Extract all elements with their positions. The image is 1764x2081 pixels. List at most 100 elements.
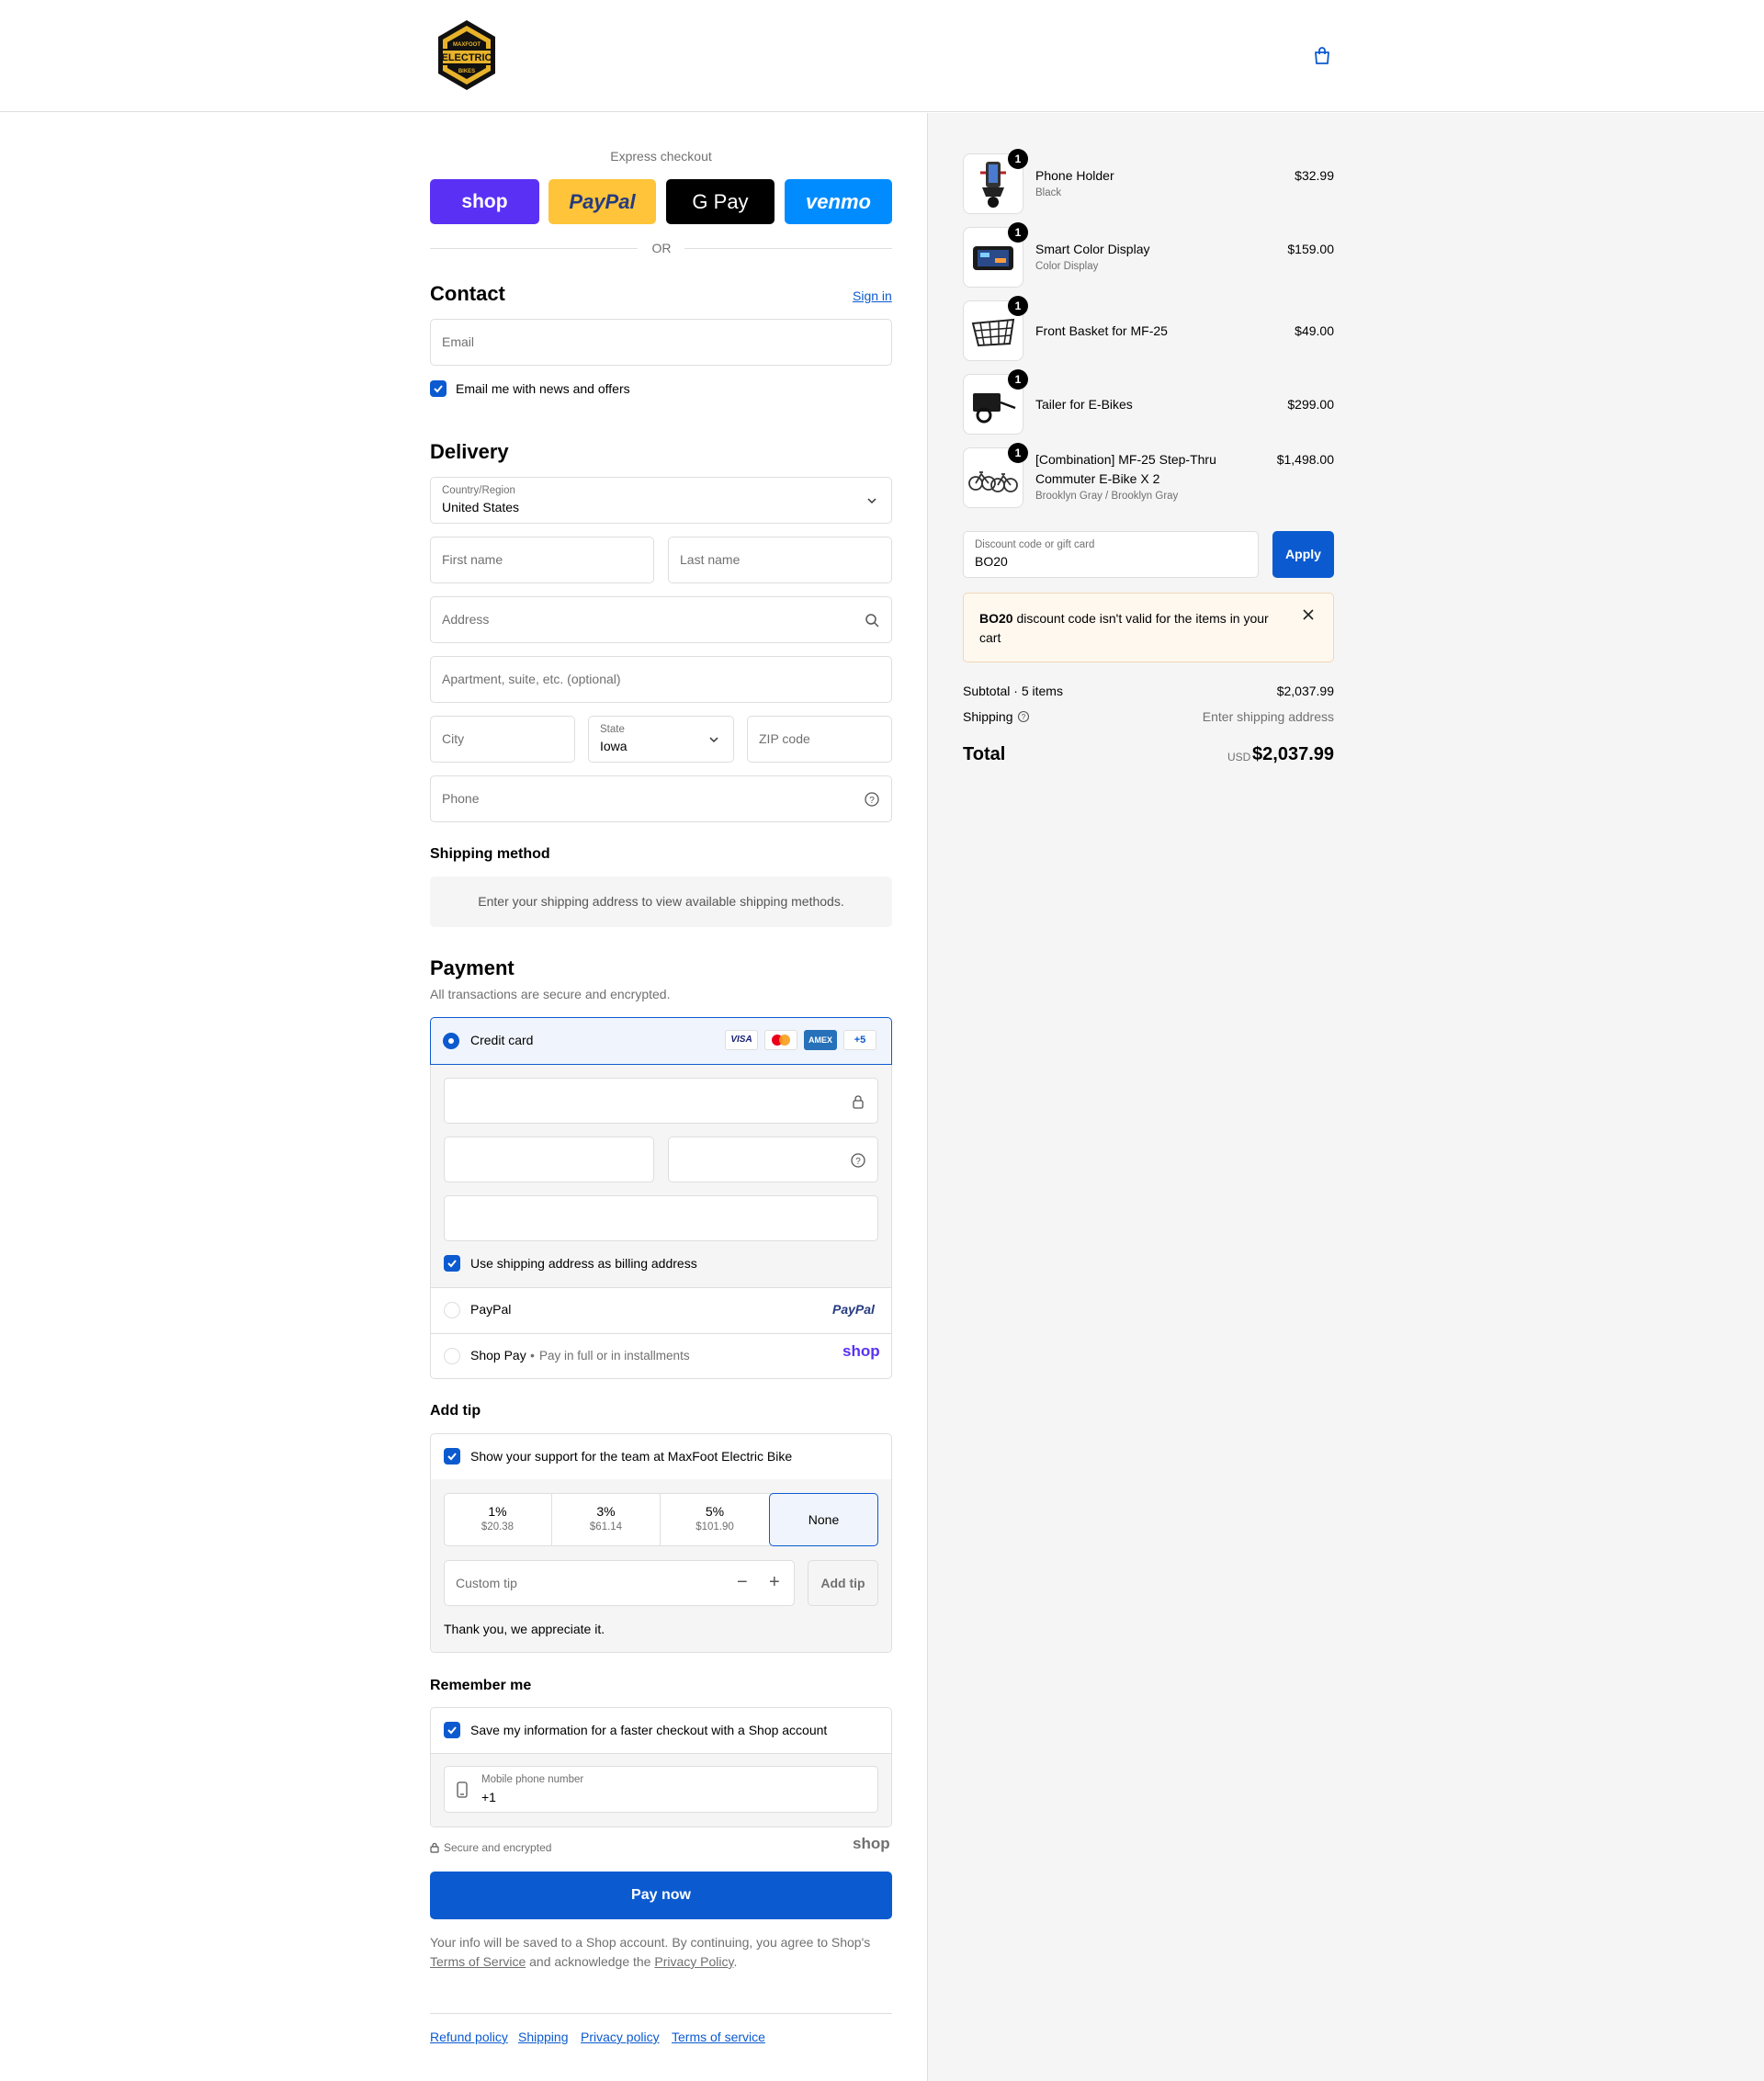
dot-separator: • (530, 1348, 535, 1363)
mobile-phone-value: +1 (481, 1790, 496, 1804)
total-label: Total (963, 744, 1006, 764)
footer-divider (430, 2013, 892, 2014)
zip-field[interactable]: ZIP code (747, 716, 892, 763)
name-on-card-field[interactable] (444, 1195, 878, 1241)
expiry-field[interactable] (444, 1137, 654, 1182)
discount-code-field[interactable]: Discount code or gift card BO20 (963, 531, 1259, 578)
privacy-policy-link[interactable]: Privacy policy (581, 2030, 660, 2044)
save-info-checkbox[interactable] (444, 1722, 460, 1738)
last-name-placeholder: Last name (680, 552, 741, 567)
error-text-2: cart (979, 630, 1001, 645)
phone-placeholder: Phone (442, 791, 480, 806)
first-name-field[interactable]: First name (430, 537, 654, 583)
header: ELECTRIC MAXFOOT BIKES (0, 0, 1764, 112)
card-number-field[interactable] (444, 1078, 878, 1124)
custom-tip-field[interactable]: Custom tip − + (444, 1560, 795, 1606)
paypal-radio[interactable] (444, 1302, 460, 1318)
country-select[interactable]: Country/Region United States (430, 477, 892, 524)
mobile-phone-field[interactable]: Mobile phone number +1 (444, 1766, 878, 1813)
email-field[interactable]: Email (430, 319, 892, 366)
shop-pay-sublabel: Pay in full or in installments (539, 1349, 690, 1363)
venmo-button[interactable]: venmo (785, 179, 892, 224)
item-name: Smart Color Display (1035, 242, 1150, 256)
small-lock-icon (430, 1841, 439, 1856)
discount-error-message: BO20 discount code isn't valid for the i… (979, 609, 1283, 648)
google-pay-logo: G Pay (692, 189, 749, 213)
item-quantity-badge: 1 (1008, 443, 1028, 463)
security-code-field[interactable]: ? (668, 1137, 878, 1182)
shop-pay-radio[interactable] (444, 1348, 460, 1364)
privacy-policy-link[interactable]: Privacy Policy (654, 1954, 733, 1969)
svg-text:MAXFOOT: MAXFOOT (453, 42, 481, 48)
tip-option-3[interactable]: 3% $61.14 (552, 1493, 661, 1546)
last-name-field[interactable]: Last name (668, 537, 892, 583)
tip-support-checkbox[interactable] (444, 1448, 460, 1465)
paypal-label: PayPal (470, 1302, 512, 1317)
svg-text:?: ? (1022, 713, 1026, 721)
item-variant: Color Display (1035, 261, 1099, 272)
shipping-label: Shipping (963, 709, 1013, 724)
item-variant: Brooklyn Gray / Brooklyn Gray (1035, 491, 1179, 502)
tip-amount: $61.14 (589, 1521, 623, 1532)
item-price: $299.00 (1287, 397, 1334, 412)
svg-text:?: ? (855, 1157, 861, 1167)
pay-now-button[interactable]: Pay now (430, 1872, 892, 1919)
email-placeholder: Email (442, 334, 475, 349)
legal-text-1: Your info will be saved to a Shop accoun… (430, 1935, 871, 1950)
news-label: Email me with news and offers (456, 381, 630, 396)
paypal-logo: PayPal (832, 1302, 875, 1317)
legal-text: Your info will be saved to a Shop accoun… (430, 1933, 892, 1972)
terms-of-service-link[interactable]: Terms of service (672, 2030, 765, 2044)
zip-placeholder: ZIP code (759, 731, 810, 746)
item-name-line2: Commuter E-Bike X 2 (1035, 471, 1160, 486)
credit-card-radio[interactable] (443, 1033, 459, 1049)
add-tip-button[interactable]: Add tip (808, 1560, 878, 1606)
refund-policy-link[interactable]: Refund policy (430, 2030, 508, 2044)
tip-option-1[interactable]: 1% $20.38 (444, 1493, 552, 1546)
item-quantity-badge: 1 (1008, 296, 1028, 316)
item-name-line1: [Combination] MF-25 Step-Thru (1035, 452, 1216, 467)
phone-field[interactable]: Phone ? (430, 775, 892, 822)
sign-in-link[interactable]: Sign in (853, 288, 892, 303)
shop-logo: shop (461, 190, 508, 212)
express-checkout-title: Express checkout (610, 149, 712, 164)
tip-option-none[interactable]: None (769, 1493, 878, 1546)
subtotal-label: Subtotal · 5 items (963, 684, 1063, 698)
credit-card-label: Credit card (470, 1033, 534, 1047)
help-icon[interactable]: ? (850, 1152, 866, 1169)
help-icon[interactable]: ? (864, 791, 880, 808)
plus-icon[interactable]: + (769, 1572, 780, 1593)
apartment-placeholder: Apartment, suite, etc. (optional) (442, 672, 621, 686)
item-quantity-badge: 1 (1008, 149, 1028, 169)
terms-of-service-link[interactable]: Terms of Service (430, 1954, 526, 1969)
first-name-placeholder: First name (442, 552, 503, 567)
remember-me-title: Remember me (430, 1678, 532, 1693)
news-checkbox[interactable] (430, 380, 447, 397)
shopping-bag-icon[interactable] (1312, 46, 1332, 66)
shipping-link[interactable]: Shipping (518, 2030, 569, 2044)
item-quantity-badge: 1 (1008, 369, 1028, 390)
paypal-button[interactable]: PayPal (548, 179, 656, 224)
city-field[interactable]: City (430, 716, 575, 763)
minus-icon[interactable]: − (737, 1572, 748, 1593)
state-value: Iowa (600, 739, 628, 753)
apply-button[interactable]: Apply (1272, 531, 1334, 578)
svg-text:?: ? (869, 796, 875, 806)
tip-option-5[interactable]: 5% $101.90 (661, 1493, 769, 1546)
close-icon[interactable] (1302, 608, 1315, 624)
google-pay-button[interactable]: G Pay (666, 179, 775, 224)
tip-amount: $20.38 (481, 1521, 514, 1532)
svg-text:ELECTRIC: ELECTRIC (442, 52, 492, 63)
tip-thanks: Thank you, we appreciate it. (444, 1622, 605, 1636)
mobile-phone-label: Mobile phone number (481, 1774, 584, 1785)
shop-pay-button[interactable]: shop (430, 179, 539, 224)
address-field[interactable]: Address (430, 596, 892, 643)
store-logo[interactable]: ELECTRIC MAXFOOT BIKES (435, 18, 499, 92)
paypal-logo: PayPal (569, 189, 636, 213)
state-select[interactable]: State Iowa (588, 716, 734, 763)
billing-checkbox[interactable] (444, 1255, 460, 1272)
shipping-method-message: Enter your shipping address to view avai… (478, 894, 844, 909)
apartment-field[interactable]: Apartment, suite, etc. (optional) (430, 656, 892, 703)
help-icon[interactable]: ? (1017, 710, 1030, 726)
svg-text:BIKES: BIKES (458, 69, 475, 74)
